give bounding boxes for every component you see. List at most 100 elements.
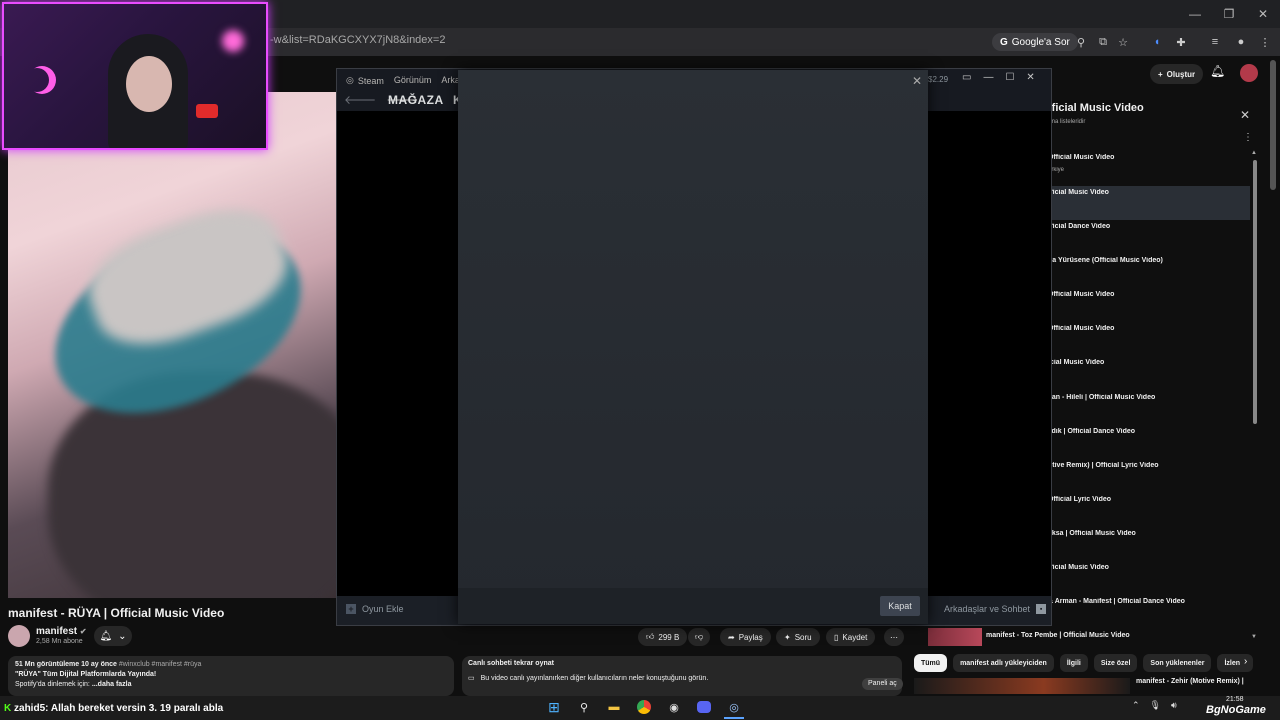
create-label: Oluştur [1166,69,1196,79]
share-button[interactable]: ➦ Paylaş [720,628,771,646]
plus-square-icon: + [346,604,356,614]
wallet-balance[interactable]: $2.29 [928,75,948,84]
profile-icon[interactable]: ● [1232,33,1250,51]
list-item[interactable]: icial Music Video [1048,359,1248,366]
big-picture-icon[interactable]: ▭ [962,72,971,83]
list-item[interactable]: Official Lyric Video [1048,496,1248,503]
add-game-button[interactable]: + Oyun Ekle [346,604,404,614]
page-scrollbar[interactable] [1270,60,1276,190]
hashtags[interactable]: #winxclub #manifest #rüya [119,661,202,668]
chip-recent[interactable]: Son yüklenenler [1143,654,1212,672]
extension-icon[interactable]: ◖ [1148,33,1166,51]
list-item[interactable]: kan - Hileli | Official Music Video [1048,394,1248,401]
discord-icon[interactable] [694,697,714,717]
bell-icon[interactable]: 🔔︎ [1210,64,1225,78]
save-button[interactable]: ▯ Kaydet [826,628,876,646]
zoom-icon[interactable]: ⚲ [1072,33,1090,51]
stream-chat-message: K zahid5: Allah bereket versin 3. 19 par… [4,703,223,714]
video-thumbnail[interactable] [914,678,1130,694]
subscriber-count: 2,58 Mn abone [36,638,83,645]
install-icon[interactable]: ⧉ [1094,33,1112,51]
steam-store-tab[interactable]: MAĞAZA [388,93,444,107]
back-arrow-icon[interactable]: 🡐 [344,92,376,107]
list-item[interactable]: aksa | Official Music Video [1048,530,1248,537]
open-panel-button[interactable]: Paneli aç [862,678,903,690]
chevron-right-icon[interactable]: › [1244,656,1247,667]
playlist-title: fficial Music Video [1048,102,1144,114]
minimize-icon[interactable]: — [983,72,993,83]
show-more-link[interactable]: ...daha fazla [92,681,132,688]
list-item[interactable]: Official Music Video [1048,325,1248,332]
related-video-title[interactable]: manifest - Zehir (Motive Remix) | [1136,678,1244,685]
related-video-title[interactable]: manifest - Toz Pembe | Official Music Vi… [986,632,1130,639]
obs-icon[interactable]: ◉ [664,697,684,717]
ask-button[interactable]: ✦ Soru [776,628,820,646]
windows-start-icon[interactable]: ⊞ [544,697,564,717]
bookmark-star-icon[interactable]: ☆ [1114,33,1132,51]
chip-all[interactable]: Tümü [914,654,948,672]
file-explorer-icon[interactable]: ▬ [604,697,624,717]
view-meta: 51 Mn görüntüleme 10 ay önce [15,661,117,668]
chevron-down-icon: ⌄ [118,630,127,642]
friends-chat-button[interactable]: Arkadaşlar ve Sohbet ▪ [944,604,1047,614]
chevron-up-icon[interactable]: ⌃ [1132,700,1140,711]
list-item[interactable]: & Arman - Manifest | Official Dance Vide… [1048,598,1248,605]
steam-menu-label: Steam [357,75,384,86]
steam-taskbar-icon[interactable]: ◎ [724,697,744,719]
watermark: BgNoGame [1206,704,1266,716]
like-button[interactable]: 👍︎ 299 B [638,628,688,646]
volume-icon[interactable]: 🔊︎ [1171,700,1177,711]
microphone-icon[interactable]: 🎙︎ [1150,700,1161,711]
more-vertical-icon[interactable]: ⋮ [1243,132,1253,143]
scrollbar-thumb[interactable] [1253,160,1257,424]
close-icon[interactable]: ✕ [1026,72,1034,83]
channel-name[interactable]: manifest ✔ [36,626,87,637]
filter-chips: Tümü manifest adlı yükleyiciden İlgili S… [914,654,1254,674]
maximize-icon[interactable]: ☐ [1005,72,1014,83]
close-icon[interactable]: ✕ [912,74,922,88]
close-icon[interactable]: ✕ [1240,108,1250,122]
close-window-button[interactable]: ✕ [1246,0,1280,28]
close-dialog-button[interactable]: Kapat [880,596,920,616]
chip-from-uploader[interactable]: manifest adlı yükleyiciden [953,654,1054,672]
chip-watched[interactable]: İzlen [1217,654,1254,672]
create-button[interactable]: + Oluştur [1150,64,1204,84]
steam-menu-steam[interactable]: ◎ Steam [346,75,384,86]
list-item[interactable]: fficial Music Video [1048,189,1248,196]
list-item[interactable]: otive Remix) | Official Lyric Video [1048,462,1248,469]
chip-for-you[interactable]: Size özel [1093,654,1138,672]
subscribe-bell-button[interactable]: 🔔︎ ⌄ [94,626,132,646]
dislike-button[interactable]: 👎︎ [688,628,711,646]
chat-replay-text: Bu video canlı yayınlanırken diğer kulla… [480,674,709,682]
scroll-up-icon[interactable]: ▲ [1251,150,1257,156]
media-icon[interactable]: ≡ [1206,33,1224,51]
channel-avatar[interactable] [8,625,30,647]
google-ask-button[interactable]: G Google'a Sor [992,33,1078,51]
search-icon[interactable]: ⚲ [574,697,594,717]
clock[interactable]: 21:58 [1226,695,1244,704]
chip-related[interactable]: İlgili [1059,654,1088,672]
steam-menu-view[interactable]: Görünüm [394,75,432,86]
chat-username: zahid5 [14,703,46,714]
video-thumbnail[interactable] [928,628,982,646]
video-description[interactable]: 51 Mn görüntüleme 10 ay önce #winxclub #… [8,656,454,696]
avatar[interactable] [1240,64,1258,82]
list-item[interactable]: fficial Music Video [1048,564,1248,571]
chrome-icon[interactable] [634,697,654,717]
bell-icon: 🔔︎ [99,630,113,642]
menu-icon[interactable]: ⋮ [1256,33,1274,51]
scroll-down-icon[interactable]: ▼ [1251,634,1257,640]
puzzle-icon[interactable]: ✚ [1172,33,1190,51]
list-item[interactable]: fficial Dance Video [1048,223,1248,230]
video-player[interactable] [8,92,338,598]
maximize-button[interactable]: ❐ [1212,0,1246,28]
url-text[interactable]: -w&list=RDaKGCXYX7jN8&index=2 [270,34,445,46]
minimize-button[interactable]: — [1178,0,1212,28]
more-actions-button[interactable]: ⋯ [884,628,904,646]
list-item[interactable]: Official Music Video [1048,154,1248,161]
neon-light [222,30,244,52]
list-item[interactable]: zdık | Official Dance Video [1048,428,1248,435]
like-count: 299 B [658,632,680,642]
list-item[interactable]: Official Music Video [1048,291,1248,298]
list-item[interactable]: na Yürüsene (Official Music Video) [1048,257,1248,264]
